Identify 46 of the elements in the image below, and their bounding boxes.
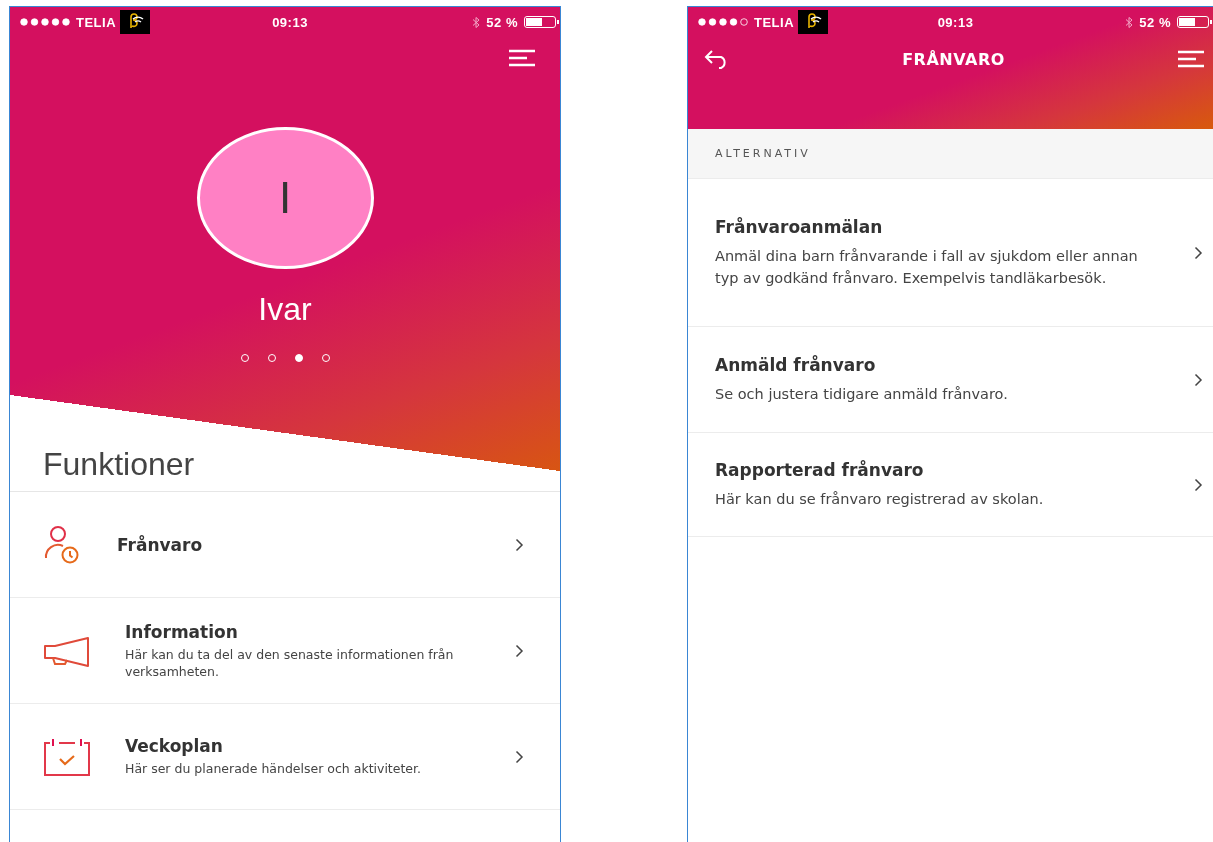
section-title: Funktioner — [42, 446, 195, 484]
menu-icon[interactable] — [1177, 50, 1205, 68]
option-title: Anmäld frånvaro — [715, 354, 877, 375]
status-time: 09:13 — [937, 14, 974, 30]
bluetooth-icon — [1125, 15, 1134, 29]
item-description: Här kan du ta del av den senaste informationen från verksamheten. — [125, 645, 455, 680]
page-dot[interactable] — [294, 354, 303, 362]
signal-icon — [698, 18, 750, 26]
chevron-right-icon — [515, 749, 524, 764]
item-title: Frånvaro — [117, 534, 204, 555]
option-description: Här kan du se frånvaro registrerad av skolan. — [715, 489, 1045, 509]
signal-icon — [20, 18, 72, 26]
bluetooth-icon — [472, 15, 481, 29]
battery-percent: 52 % — [1139, 14, 1171, 30]
function-item[interactable]: Veckoplan Här ser du planerade händelser och aktiviteter. — [10, 704, 560, 810]
chevron-right-icon — [515, 537, 524, 552]
wifi-icon — [798, 10, 829, 34]
option-item[interactable]: Anmäld frånvaro Se och justera tidigare anmäld frånvaro. — [688, 327, 1213, 433]
battery-icon — [1177, 16, 1213, 28]
calendar-check-icon — [43, 737, 91, 776]
function-item[interactable]: Information Här kan du ta del av den senaste informationen från verksamheten. — [10, 598, 560, 704]
battery-percent: 52 % — [486, 14, 518, 30]
carrier-name: TELIA — [76, 14, 117, 30]
item-title: Information — [125, 621, 239, 642]
status-time: 09:13 — [272, 14, 308, 30]
carrier-name: TELIA — [754, 14, 795, 30]
chevron-right-icon — [1194, 245, 1203, 260]
option-item[interactable]: Rapporterad frånvaro Här kan du se frånvaro registrerad av skolan. — [688, 433, 1213, 537]
megaphone-icon — [43, 634, 91, 667]
item-description: Här ser du planerade händelser och aktiviteter. — [125, 760, 423, 777]
profile-name: Ivar — [258, 291, 312, 328]
chevron-right-icon — [515, 643, 524, 658]
chevron-right-icon — [1194, 372, 1203, 387]
option-item[interactable]: Frånvaroanmälan Anmäl dina barn frånvarande i fall av sjukdom eller annan typ av godkänd frånvaro. Exempelvis tandläkarbesök. — [688, 179, 1213, 327]
menu-icon[interactable] — [508, 49, 536, 67]
screen-title: FRÅNVARO — [902, 49, 1005, 69]
wifi-icon — [120, 10, 151, 34]
item-title: Veckoplan — [125, 736, 224, 756]
option-title: Frånvaroanmälan — [715, 216, 884, 237]
chevron-right-icon — [1194, 477, 1203, 492]
avatar[interactable]: I — [196, 127, 374, 269]
function-item[interactable]: Frånvaro — [10, 492, 560, 598]
option-description: Se och justera tidigare anmäld frånvaro. — [715, 384, 1009, 404]
section-label: ALTERNATIV — [715, 147, 811, 160]
option-title: Rapporterad frånvaro — [715, 459, 925, 480]
option-description: Anmäl dina barn frånvarande i fall av sjukdom eller annan typ av godkänd frånvaro. Exempelvis tandläkarbesök. — [715, 246, 1139, 288]
